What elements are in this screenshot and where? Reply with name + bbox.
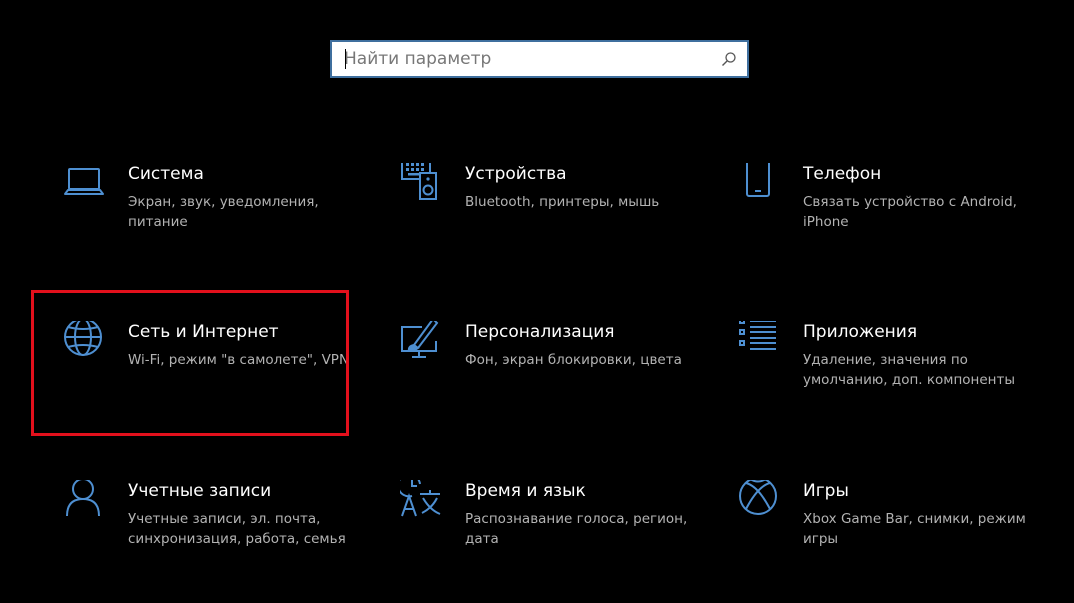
app-list-icon: [739, 321, 776, 350]
tile-time-language[interactable]: Время и язык Распознавание голоса, регио…: [400, 480, 700, 600]
tile-title: Сеть и Интернет: [128, 322, 279, 342]
tile-network-internet[interactable]: Сеть и Интернет Wi-Fi, режим "в самолете…: [63, 321, 363, 441]
tile-description: Связать устройство с Android, iPhone: [803, 194, 1017, 230]
search-icon[interactable]: [721, 51, 737, 67]
tile-title: Игры: [803, 481, 849, 501]
tile-description: Bluetooth, принтеры, мышь: [465, 194, 660, 210]
tile-description: Распознавание голоса, регион, дата: [465, 511, 688, 547]
globe-icon: [64, 321, 102, 356]
tile-phone[interactable]: Телефон Связать устройство с Android, iP…: [738, 163, 1038, 283]
tile-description: Экран, звук, уведомления, питание: [128, 194, 319, 230]
tile-personalization[interactable]: Персонализация Фон, экран блокировки, цв…: [400, 321, 700, 441]
search-box[interactable]: [330, 40, 749, 78]
search-input[interactable]: [344, 42, 704, 76]
time-language-icon: [400, 480, 441, 517]
tile-description: Wi-Fi, режим "в самолете", VPN: [128, 352, 350, 368]
tile-title: Телефон: [803, 164, 882, 184]
phone-icon: [746, 163, 770, 197]
tile-title: Учетные записи: [128, 481, 272, 501]
tile-title: Время и язык: [465, 481, 586, 501]
person-icon: [66, 480, 100, 517]
tile-description: Xbox Game Bar, снимки, режим игры: [803, 511, 1026, 547]
tile-title: Персонализация: [465, 322, 615, 342]
tile-system[interactable]: Система Экран, звук, уведомления, питани…: [63, 163, 363, 283]
tile-accounts[interactable]: Учетные записи Учетные записи, эл. почта…: [63, 480, 363, 600]
laptop-icon: [64, 168, 104, 195]
tile-description: Учетные записи, эл. почта, синхронизация…: [128, 511, 346, 547]
tile-devices[interactable]: Устройства Bluetooth, принтеры, мышь: [400, 163, 700, 283]
tile-title: Устройства: [465, 164, 567, 184]
tile-title: Система: [128, 164, 204, 184]
text-caret: [345, 49, 346, 69]
paintbrush-icon: [401, 321, 439, 358]
tile-gaming[interactable]: Игры Xbox Game Bar, снимки, режим игры: [738, 480, 1038, 600]
xbox-icon: [739, 480, 777, 515]
tile-title: Приложения: [803, 322, 918, 342]
keyboard-speaker-icon: [401, 163, 437, 200]
tile-description: Удаление, значения по умолчанию, доп. ко…: [803, 352, 1016, 388]
tile-apps[interactable]: Приложения Удаление, значения по умолчан…: [738, 321, 1038, 441]
settings-home: Система Экран, звук, уведомления, питани…: [0, 0, 1074, 603]
tile-description: Фон, экран блокировки, цвета: [465, 352, 682, 368]
